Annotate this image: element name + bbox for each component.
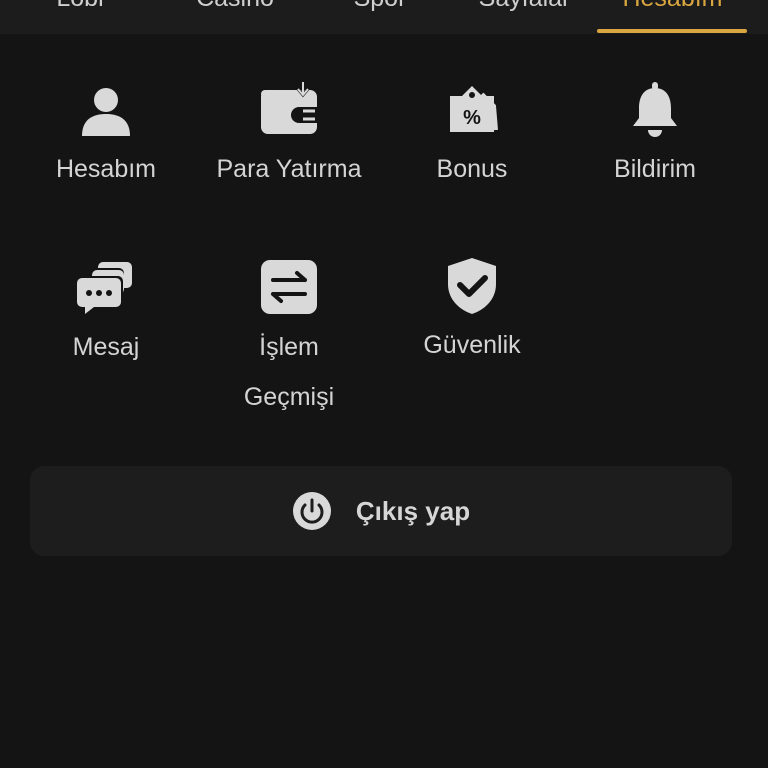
- menu-item-label: Bonus: [436, 155, 508, 183]
- logout-button[interactable]: Çıkış yap: [30, 466, 732, 556]
- transfer-arrows-icon: [261, 260, 317, 314]
- menu-item-bildirim[interactable]: Bildirim: [565, 80, 745, 194]
- tab-lobi[interactable]: Lobi: [40, 0, 120, 14]
- menu-item-label-line2: Geçmişi: [243, 383, 335, 411]
- menu-item-label-line1: İşlem: [259, 333, 319, 361]
- menu-item-label: Para Yatırma: [216, 155, 362, 183]
- top-tab-bar: Lobi Casino Spor Sayfalar Hesabım: [0, 0, 768, 34]
- power-icon: [292, 492, 331, 530]
- shield-check-icon: [448, 258, 496, 314]
- wallet-deposit-icon: [261, 82, 317, 134]
- logout-label: Çıkış yap: [355, 495, 471, 526]
- tab-hesabim[interactable]: Hesabım: [600, 0, 745, 14]
- active-tab-indicator: [597, 29, 747, 33]
- tab-casino[interactable]: Casino: [180, 0, 290, 14]
- menu-item-hesabim[interactable]: Hesabım: [16, 80, 196, 194]
- bell-icon: [633, 82, 677, 137]
- menu-item-label: Güvenlik: [423, 331, 521, 359]
- chat-bubbles-icon: [76, 262, 132, 316]
- tab-spor[interactable]: Spor: [340, 0, 420, 14]
- user-icon: [82, 88, 130, 136]
- tab-sayfalar[interactable]: Sayfalar: [462, 0, 587, 14]
- menu-item-label: Hesabım: [55, 155, 157, 183]
- menu-item-label: Mesaj: [72, 333, 140, 361]
- bonus-tag-icon: %: [450, 86, 498, 132]
- menu-item-bonus[interactable]: % Bonus: [382, 80, 562, 194]
- menu-item-guvenlik[interactable]: Güvenlik: [382, 256, 562, 370]
- svg-text:%: %: [463, 107, 481, 129]
- menu-item-mesaj[interactable]: Mesaj: [16, 258, 196, 372]
- account-menu-page: Lobi Casino Spor Sayfalar Hesabım Hesabı…: [0, 0, 768, 768]
- menu-item-para-yatirma[interactable]: Para Yatırma: [199, 80, 379, 194]
- menu-item-label: Bildirim: [614, 155, 696, 183]
- menu-item-islem-gecmisi[interactable]: İşlem Geçmişi: [199, 258, 379, 422]
